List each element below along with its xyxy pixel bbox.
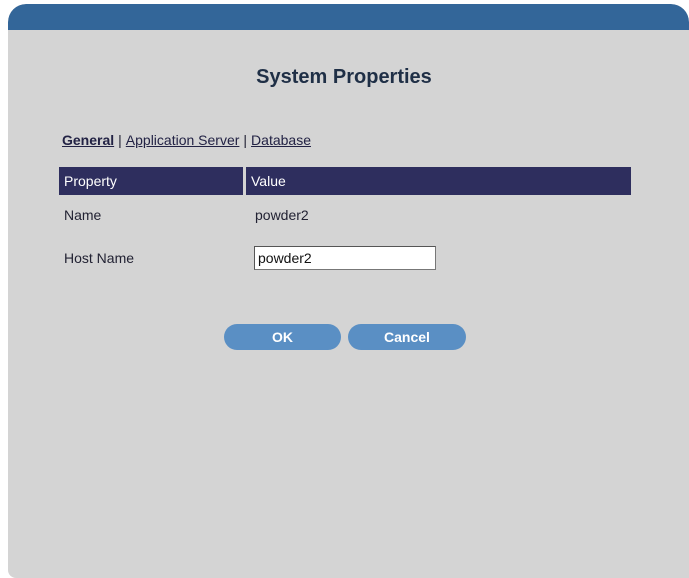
cancel-button[interactable]: Cancel xyxy=(348,324,466,350)
name-label: Name xyxy=(64,207,102,223)
column-header-value: Value xyxy=(246,167,631,195)
column-header-property: Property xyxy=(59,167,243,195)
tab-bar: General | Application Server | Database xyxy=(62,132,311,148)
tab-separator: | xyxy=(243,132,248,148)
ok-button[interactable]: OK xyxy=(224,324,341,350)
dialog-panel: System Properties General | Application Se… xyxy=(8,4,689,578)
title-bar xyxy=(8,4,689,30)
tab-database[interactable]: Database xyxy=(251,132,311,148)
tab-separator: | xyxy=(118,132,122,148)
host-name-input[interactable] xyxy=(254,246,436,270)
host-name-label: Host Name xyxy=(64,250,135,266)
page-title: System Properties xyxy=(256,66,432,88)
tab-application-server[interactable]: Application Server xyxy=(126,132,240,148)
properties-table-header: Property Value xyxy=(59,167,631,195)
tab-general[interactable]: General xyxy=(62,132,114,148)
name-value: powder2 xyxy=(255,207,309,223)
